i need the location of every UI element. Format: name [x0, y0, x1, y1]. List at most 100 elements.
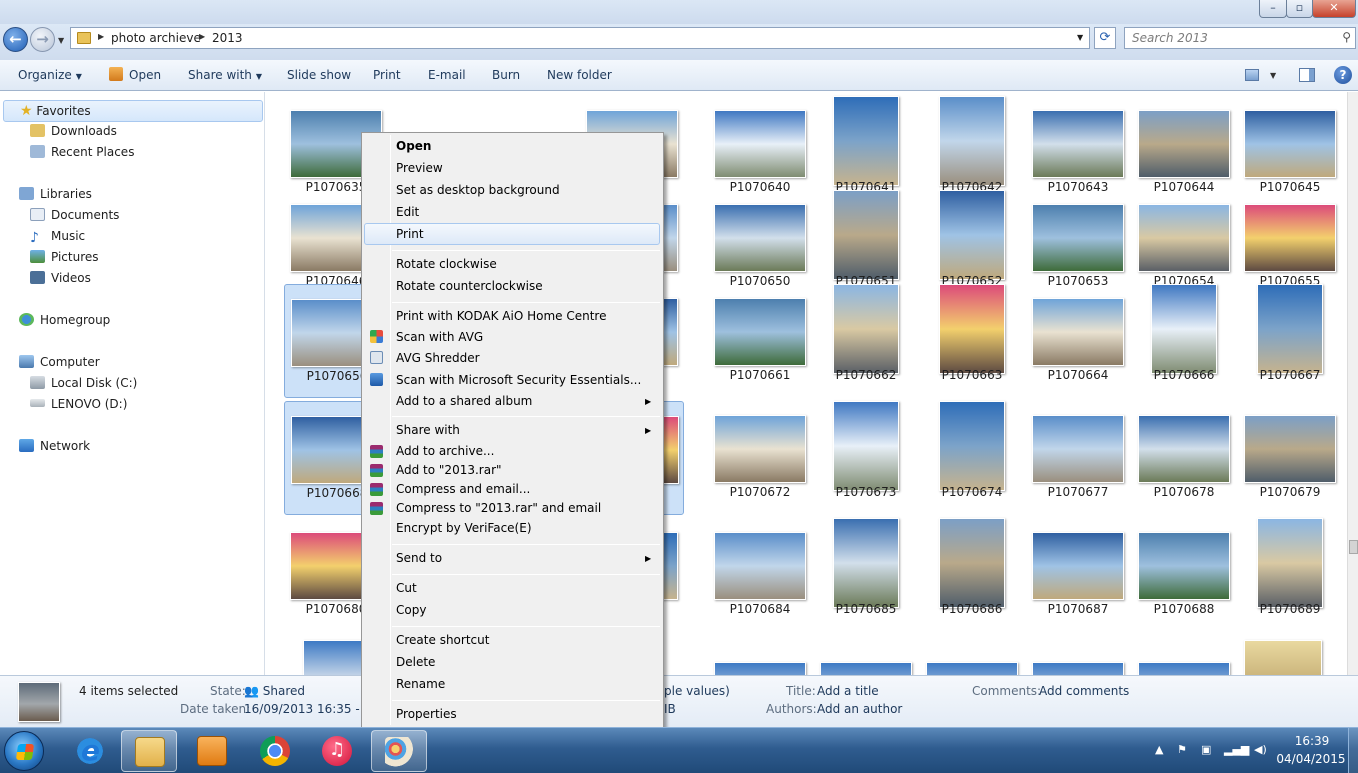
photo-thumbnail[interactable]: P1070687	[1026, 518, 1130, 632]
volume-icon[interactable]: ◀)	[1254, 743, 1267, 756]
taskbar-windows-explorer[interactable]	[121, 730, 177, 772]
menu-item-compress-rar-email[interactable]: Compress to "2013.rar" and email	[396, 498, 601, 518]
taskbar-internet-explorer[interactable]	[62, 730, 118, 772]
menu-item-copy[interactable]: Copy	[396, 600, 426, 620]
refresh-button[interactable]: ⟳	[1094, 27, 1116, 49]
taskbar-chrome[interactable]	[247, 730, 303, 772]
nav-music[interactable]: ♪ Music	[30, 226, 85, 246]
photo-thumbnail[interactable]: P1070673	[814, 401, 918, 515]
search-input[interactable]: Search 2013 ⚲	[1124, 27, 1356, 49]
new-folder-button[interactable]: New folder	[547, 68, 612, 82]
menu-item-scan-with-avg[interactable]: Scan with AVG	[396, 327, 483, 347]
change-view-icon[interactable]	[1245, 69, 1259, 81]
photo-thumbnail[interactable]: P1070662	[814, 284, 918, 398]
photo-thumbnail[interactable]: P1070664	[1026, 284, 1130, 398]
state-value[interactable]: 👥 Shared	[244, 684, 305, 698]
menu-item-add-to-shared-album[interactable]: Add to a shared album	[396, 391, 532, 411]
menu-item-rotate-counterclockwise[interactable]: Rotate counterclockwise	[396, 276, 543, 296]
forward-button[interactable]: →	[30, 27, 55, 52]
start-button[interactable]	[4, 731, 44, 771]
nav-local-disk[interactable]: Local Disk (C:)	[30, 373, 137, 393]
email-button[interactable]: E-mail	[428, 68, 466, 82]
photo-thumbnail[interactable]: P1070674	[920, 401, 1024, 515]
maximize-button[interactable]: ▫	[1286, 0, 1313, 18]
nav-network[interactable]: Network	[19, 436, 90, 456]
comments-value[interactable]: Add comments	[1039, 684, 1129, 698]
action-center-flag-icon[interactable]: ⚑	[1177, 743, 1187, 756]
photo-thumbnail[interactable]: P1070663	[920, 284, 1024, 398]
view-dropdown-icon[interactable]: ▼	[1270, 71, 1276, 80]
device-icon[interactable]: ▣	[1201, 743, 1211, 756]
menu-item-encrypt-veriface[interactable]: Encrypt by VeriFace(E)	[396, 518, 532, 538]
show-desktop-button[interactable]	[1348, 728, 1358, 773]
photo-thumbnail[interactable]: P1070684	[708, 518, 812, 632]
menu-item-create-shortcut[interactable]: Create shortcut	[396, 630, 489, 650]
menu-item-properties[interactable]: Properties	[396, 704, 457, 724]
back-button[interactable]: ←	[3, 27, 28, 52]
menu-item-scan-mse[interactable]: Scan with Microsoft Security Essentials.…	[396, 370, 641, 390]
breadcrumb-photo-archieve[interactable]: photo archieve	[111, 31, 201, 45]
nav-lenovo[interactable]: LENOVO (D:)	[30, 394, 127, 414]
address-bar[interactable]: ▶ photo archieve ▶ 2013 ▼	[70, 27, 1090, 49]
show-hidden-icons-icon[interactable]: ▲	[1155, 743, 1163, 756]
taskbar-media-player[interactable]	[184, 730, 240, 772]
menu-item-preview[interactable]: Preview	[396, 158, 443, 178]
organize-button[interactable]: Organize ▼	[18, 68, 82, 82]
photo-thumbnail[interactable]: P1070685	[814, 518, 918, 632]
open-button[interactable]: Open	[129, 68, 161, 82]
menu-item-send-to[interactable]: Send to	[396, 548, 442, 568]
nav-downloads[interactable]: Downloads	[30, 121, 117, 141]
nav-libraries[interactable]: Libraries	[19, 184, 92, 204]
scrollbar-thumb[interactable]	[1349, 540, 1358, 554]
address-dropdown-icon[interactable]: ▼	[1077, 33, 1083, 42]
nav-homegroup[interactable]: Homegroup	[19, 310, 110, 330]
recent-pages-dropdown-icon[interactable]: ▼	[58, 36, 64, 45]
menu-item-avg-shredder[interactable]: AVG Shredder	[396, 348, 480, 368]
menu-item-set-desktop-background[interactable]: Set as desktop background	[396, 180, 560, 200]
menu-item-cut[interactable]: Cut	[396, 578, 417, 598]
nav-videos[interactable]: Videos	[30, 268, 91, 288]
search-icon[interactable]: ⚲	[1342, 30, 1351, 44]
network-signal-icon[interactable]: ▂▄▆	[1224, 743, 1249, 756]
title-value[interactable]: Add a title	[817, 684, 879, 698]
menu-item-delete[interactable]: Delete	[396, 652, 435, 672]
photo-thumbnail[interactable]: P1070678	[1132, 401, 1236, 515]
photo-thumbnail[interactable]: P1070686	[920, 518, 1024, 632]
share-with-button[interactable]: Share with ▼	[188, 68, 262, 82]
taskbar-itunes[interactable]	[309, 730, 365, 772]
authors-value[interactable]: Add an author	[817, 702, 902, 716]
close-button[interactable]: ✕	[1312, 0, 1356, 18]
menu-item-open[interactable]: Open	[396, 136, 431, 156]
photo-thumbnail[interactable]: P1070667	[1238, 284, 1342, 398]
vertical-scrollbar[interactable]	[1347, 92, 1358, 675]
chevron-right-icon[interactable]: ▶	[199, 32, 205, 41]
print-button[interactable]: Print	[373, 68, 401, 82]
breadcrumb-2013[interactable]: 2013	[212, 31, 243, 45]
clock-time[interactable]: 16:39	[1282, 734, 1342, 748]
photo-thumbnail[interactable]: P1070689	[1238, 518, 1342, 632]
clock-date[interactable]: 04/04/2015	[1276, 752, 1346, 766]
menu-item-edit[interactable]: Edit	[396, 202, 419, 222]
chevron-right-icon[interactable]: ▶	[98, 32, 104, 41]
menu-item-share-with[interactable]: Share with	[396, 420, 460, 440]
burn-button[interactable]: Burn	[492, 68, 520, 82]
menu-item-print[interactable]: Print	[396, 224, 424, 244]
nav-pictures[interactable]: Pictures	[30, 247, 99, 267]
menu-item-rename[interactable]: Rename	[396, 674, 445, 694]
photo-thumbnail[interactable]: P1070679	[1238, 401, 1342, 515]
menu-item-compress-and-email[interactable]: Compress and email...	[396, 479, 530, 499]
preview-pane-icon[interactable]	[1299, 68, 1315, 82]
menu-item-add-to-rar[interactable]: Add to "2013.rar"	[396, 460, 502, 480]
nav-computer[interactable]: Computer	[19, 352, 100, 372]
slide-show-button[interactable]: Slide show	[287, 68, 351, 82]
photo-thumbnail[interactable]: P1070688	[1132, 518, 1236, 632]
taskbar-paint[interactable]	[371, 730, 427, 772]
photo-thumbnail[interactable]: P1070661	[708, 284, 812, 398]
nav-favorites[interactable]: ★ Favorites	[3, 100, 263, 122]
nav-documents[interactable]: Documents	[30, 205, 119, 225]
photo-thumbnail[interactable]: P1070666	[1132, 284, 1236, 398]
photo-thumbnail[interactable]: P1070672	[708, 401, 812, 515]
menu-item-rotate-clockwise[interactable]: Rotate clockwise	[396, 254, 497, 274]
menu-item-add-to-archive[interactable]: Add to archive...	[396, 441, 494, 461]
nav-recent-places[interactable]: Recent Places	[30, 142, 134, 162]
